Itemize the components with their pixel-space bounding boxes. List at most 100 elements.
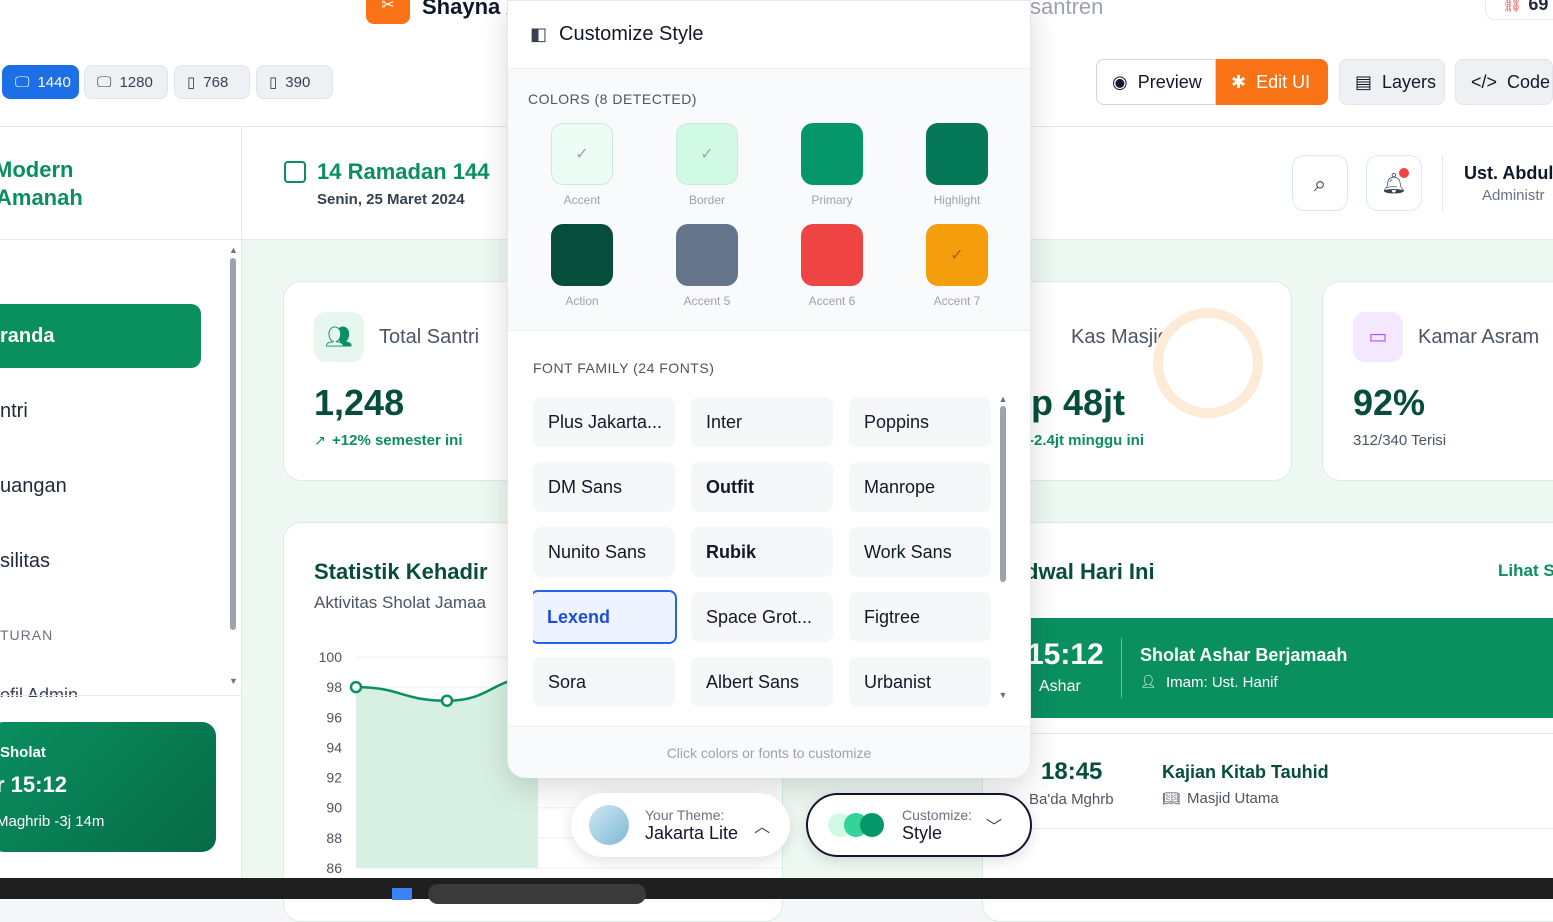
y-tick-label: 92 bbox=[326, 770, 342, 786]
schedule-period: Ba'da Mghrb bbox=[1029, 791, 1114, 808]
font-option[interactable]: Space Grot... bbox=[691, 592, 833, 642]
font-option[interactable]: Inter bbox=[691, 397, 833, 447]
brand-logo-icon: ✂ bbox=[366, 0, 410, 24]
panel-header: ◧ Customize Style bbox=[508, 1, 1030, 69]
palette-icon: ◧ bbox=[530, 24, 548, 44]
swatch-chip bbox=[801, 224, 863, 286]
device-1280-button[interactable]: 🖵 1280 bbox=[84, 65, 168, 99]
sidebar-scrollbar[interactable]: ▲ ▼ bbox=[229, 245, 238, 695]
stat-value: p 48jt bbox=[1031, 382, 1126, 423]
color-swatch-highlight[interactable]: Highlight bbox=[895, 123, 1019, 219]
device-1440-button[interactable]: 🖵 1440 bbox=[2, 65, 79, 99]
customize-label: Customize: bbox=[902, 806, 973, 823]
scroll-thumb[interactable] bbox=[1000, 406, 1006, 582]
layers-button[interactable]: ▤ Layers bbox=[1339, 59, 1445, 105]
font-option[interactable]: Sora bbox=[533, 657, 675, 707]
schedule-item-meta: Masjid Utama bbox=[1187, 790, 1279, 807]
prayer-card[interactable]: Sholat r 15:12 Maghrib -3j 14m bbox=[0, 722, 216, 852]
font-option[interactable]: Work Sans bbox=[849, 527, 991, 577]
prayer-next: Maghrib -3j 14m bbox=[0, 813, 105, 830]
check-icon: ✓ bbox=[950, 247, 964, 264]
font-option[interactable]: DM Sans bbox=[533, 462, 675, 512]
notification-badge[interactable]: ⛓ 69 bbox=[1485, 0, 1553, 20]
y-tick-label: 88 bbox=[326, 830, 342, 846]
color-swatch-accent[interactable]: ✓ Accent bbox=[520, 123, 644, 219]
font-option[interactable]: Urbanist bbox=[849, 657, 991, 707]
calendar-icon bbox=[284, 161, 306, 183]
sidebar-item-fasilitas[interactable]: silitas bbox=[0, 529, 201, 593]
customize-style-panel: ◧ Customize Style COLORS (8 DETECTED) ✓ A… bbox=[507, 0, 1031, 778]
fonts-section: FONT FAMILY (24 FONTS) Plus Jakarta... In… bbox=[508, 332, 1030, 726]
windows-start-icon[interactable] bbox=[392, 888, 412, 900]
trend-up-icon: ↗ bbox=[314, 432, 326, 448]
y-tick-label: 100 bbox=[319, 649, 343, 665]
font-option[interactable]: Nunito Sans bbox=[533, 527, 675, 577]
color-swatch-primary[interactable]: Primary bbox=[770, 123, 894, 219]
device-768-button[interactable]: ▯ 768 bbox=[174, 65, 250, 99]
swatch-label: Accent 6 bbox=[808, 294, 856, 308]
font-option[interactable]: Plus Jakarta... bbox=[533, 397, 675, 447]
sidebar-brand-line2: Amanah bbox=[0, 185, 83, 210]
font-option[interactable]: Albert Sans bbox=[691, 657, 833, 707]
y-tick-label: 96 bbox=[326, 709, 342, 725]
theme-selector[interactable]: Your Theme: Jakarta Lite ︿ bbox=[571, 793, 790, 857]
scroll-down-arrow-icon[interactable]: ▼ bbox=[229, 676, 238, 686]
fonts-heading: FONT FAMILY (24 FONTS) bbox=[533, 360, 715, 376]
scroll-up-arrow-icon[interactable]: ▲ bbox=[229, 245, 238, 255]
sidebar-item-beranda[interactable]: randa bbox=[0, 304, 201, 368]
sidebar: Modern Amanah randa ntri uangan silitas … bbox=[0, 127, 242, 878]
schedule-item-ashar[interactable]: 15:12 Ashar Sholat Ashar Berjamaah 👤︎ Im… bbox=[983, 618, 1553, 718]
hijri-date: 14 Ramadan 144 bbox=[317, 159, 490, 184]
preview-button[interactable]: ◉ Preview bbox=[1096, 59, 1216, 105]
font-scrollbar[interactable]: ▲ ▼ bbox=[998, 394, 1008, 712]
notification-button[interactable]: 🔔︎ bbox=[1366, 155, 1422, 211]
chevron-up-icon: ︿ bbox=[754, 819, 771, 836]
brand-name: Shayna / bbox=[422, 0, 513, 19]
schedule-see-all-link[interactable]: Lihat S bbox=[1498, 561, 1553, 581]
color-swatch-border[interactable]: ✓ Border bbox=[645, 123, 769, 219]
device-label: 1280 bbox=[119, 73, 153, 91]
color-swatch-accent-7[interactable]: ✓ Accent 7 bbox=[895, 224, 1019, 320]
sidebar-divider-bottom bbox=[0, 695, 242, 696]
device-390-button[interactable]: ▯ 390 bbox=[256, 65, 333, 99]
color-swatch-accent-5[interactable]: Accent 5 bbox=[645, 224, 769, 320]
desktop-icon: 🖵 bbox=[97, 73, 112, 91]
taskbar-search[interactable] bbox=[428, 884, 646, 904]
schedule-time: 15:12 bbox=[1027, 638, 1104, 671]
schedule-item-kajian[interactable]: 18:45 Ba'da Mghrb Kajian Kitab Tauhid 📖︎… bbox=[983, 738, 1553, 828]
coin-watermark-icon bbox=[1153, 308, 1263, 418]
schedule-divider-line bbox=[983, 733, 1553, 734]
edit-ui-button[interactable]: ✱ Edit UI bbox=[1216, 59, 1328, 105]
schedule-divider-line bbox=[983, 828, 1553, 829]
schedule-card: dwal Hari Ini Lihat S 15:12 Ashar Sholat… bbox=[982, 522, 1553, 922]
font-option[interactable]: Manrope bbox=[849, 462, 991, 512]
font-option[interactable]: Figtree bbox=[849, 592, 991, 642]
sidebar-item-keuangan[interactable]: uangan bbox=[0, 454, 201, 518]
customize-selector[interactable]: Customize: Style ﹀ bbox=[806, 793, 1032, 857]
scroll-up-arrow-icon[interactable]: ▲ bbox=[998, 394, 1008, 404]
search-button[interactable]: ⌕ bbox=[1292, 155, 1348, 211]
color-swatch-action[interactable]: Action bbox=[520, 224, 644, 320]
badge-count: 69 bbox=[1528, 0, 1549, 14]
sidebar-item-santri[interactable]: ntri bbox=[0, 379, 201, 443]
font-option[interactable]: Poppins bbox=[849, 397, 991, 447]
theme-value: Jakarta Lite bbox=[645, 822, 739, 843]
scroll-down-arrow-icon[interactable]: ▼ bbox=[998, 690, 1008, 700]
swatch-label: Accent 5 bbox=[683, 294, 731, 308]
font-option[interactable]: Outfit bbox=[691, 462, 833, 512]
schedule-period: Ashar bbox=[1039, 678, 1081, 695]
y-tick-label: 86 bbox=[326, 860, 342, 876]
style-toggle-icon bbox=[828, 811, 888, 839]
scroll-thumb[interactable] bbox=[230, 258, 236, 630]
sparkle-icon: ✱ bbox=[1231, 71, 1247, 92]
user-name[interactable]: Ust. Abdul bbox=[1464, 163, 1553, 184]
font-option[interactable]: Lexend bbox=[533, 590, 677, 644]
sidebar-brand-line1: Modern bbox=[0, 157, 74, 182]
swatch-chip bbox=[801, 123, 863, 185]
font-option[interactable]: Rubik bbox=[691, 527, 833, 577]
color-swatch-accent-6[interactable]: Accent 6 bbox=[770, 224, 894, 320]
stat-card-kamar[interactable]: ▭ Kamar Asram 92% 312/340 Terisi bbox=[1322, 281, 1553, 481]
code-button[interactable]: </> Code bbox=[1455, 59, 1553, 105]
schedule-item-title: Kajian Kitab Tauhid bbox=[1162, 762, 1329, 782]
stat-value: 92% bbox=[1353, 382, 1426, 423]
